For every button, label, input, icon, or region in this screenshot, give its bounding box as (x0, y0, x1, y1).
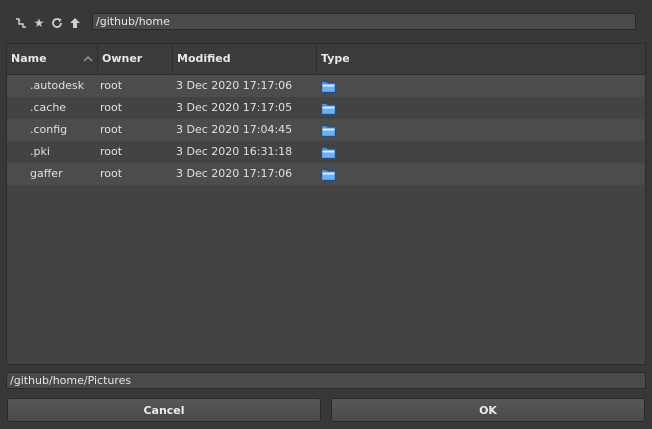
bookmark-star-icon[interactable]: ★ (31, 15, 47, 31)
selection-path-input[interactable] (6, 372, 646, 389)
table-row[interactable]: .config root 3 Dec 2020 17:04:45 (7, 119, 645, 141)
home-arrow-icon[interactable] (67, 15, 83, 31)
column-header-modified-label: Modified (177, 52, 231, 65)
cancel-button[interactable]: Cancel (7, 398, 321, 422)
row-name: gaffer (30, 167, 63, 180)
row-owner: root (100, 145, 123, 158)
folder-icon (321, 169, 336, 181)
folder-icon (321, 103, 336, 115)
row-modified: 3 Dec 2020 17:17:06 (176, 167, 293, 180)
sort-ascending-icon (83, 56, 93, 62)
column-header-modified[interactable]: Modified (173, 44, 317, 74)
folder-icon (321, 125, 336, 137)
row-modified: 3 Dec 2020 17:17:05 (176, 101, 293, 114)
column-header-type-label: Type (321, 52, 350, 65)
table-row[interactable]: gaffer root 3 Dec 2020 17:17:06 (7, 163, 645, 185)
row-owner: root (100, 101, 123, 114)
toolbar: ★ (0, 0, 652, 44)
column-header-name-label: Name (11, 52, 47, 65)
column-header-owner[interactable]: Owner (98, 44, 173, 74)
column-header-owner-label: Owner (102, 52, 143, 65)
path-input[interactable] (92, 13, 636, 30)
file-list[interactable]: Name Owner Modified Type .autodesk root … (6, 43, 646, 365)
column-header-name[interactable]: Name (7, 44, 98, 74)
row-name: .cache (30, 101, 67, 114)
row-modified: 3 Dec 2020 16:31:18 (176, 145, 293, 158)
row-owner: root (100, 79, 123, 92)
row-name: .pki (30, 145, 50, 158)
row-name: .config (30, 123, 68, 136)
row-modified: 3 Dec 2020 17:04:45 (176, 123, 293, 136)
folder-icon (321, 147, 336, 159)
up-level-icon[interactable] (13, 15, 29, 31)
row-modified: 3 Dec 2020 17:17:06 (176, 79, 293, 92)
folder-icon (321, 81, 336, 93)
column-header-type[interactable]: Type (317, 44, 645, 74)
table-row[interactable]: .pki root 3 Dec 2020 16:31:18 (7, 141, 645, 163)
refresh-icon[interactable] (49, 15, 65, 31)
file-list-header: Name Owner Modified Type (7, 44, 645, 75)
row-owner: root (100, 167, 123, 180)
row-owner: root (100, 123, 123, 136)
ok-button[interactable]: OK (331, 398, 645, 422)
table-row[interactable]: .autodesk root 3 Dec 2020 17:17:06 (7, 75, 645, 97)
row-name: .autodesk (30, 79, 85, 92)
table-row[interactable]: .cache root 3 Dec 2020 17:17:05 (7, 97, 645, 119)
